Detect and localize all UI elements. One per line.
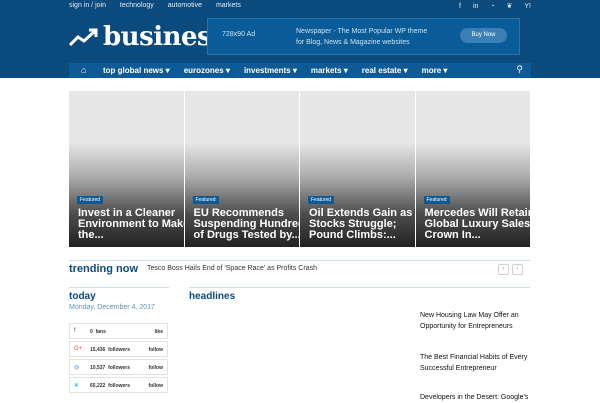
featured-card[interactable]: Featured Mercedes Will Retain Global Lux… — [415, 91, 531, 247]
ad-banner[interactable]: 728x90 Ad Newspaper - The Most Popular W… — [207, 18, 520, 55]
headline-line: Successful Entrepreneur — [420, 365, 497, 372]
featured-card[interactable]: Featured Invest in a Cleaner Environment… — [69, 91, 184, 247]
top-link-technology[interactable]: technology — [120, 2, 154, 9]
featured-badge: Featured — [308, 196, 335, 204]
ad-line-1: Newspaper - The Most Popular WP theme — [296, 28, 428, 35]
today-label: today — [69, 291, 96, 302]
featured-badge: Featured — [423, 196, 450, 204]
follow-button[interactable]: follow — [149, 365, 163, 371]
linkedin-icon[interactable]: in — [473, 3, 478, 10]
headlines-label: headlines — [189, 291, 236, 302]
card-title-line: the... — [78, 229, 104, 241]
main-nav: ⌂ top global news ▾ eurozones ▾ investme… — [0, 63, 600, 78]
count-value: 10,537 — [90, 365, 106, 371]
count-unit: followers — [108, 383, 131, 389]
card-title[interactable]: Mercedes Will Retain Global Luxury Sales… — [425, 208, 531, 241]
top-bar: sign in / join technology automotive mar… — [0, 0, 600, 14]
trending-label: trending now — [69, 263, 139, 275]
social-count: 10,537 followers — [90, 365, 130, 371]
featured-badge: Featured — [77, 196, 104, 204]
social-counter-row: G+ 15,436 followers follow — [69, 341, 168, 357]
card-title[interactable]: Oil Extends Gain as Stocks Struggle; Pou… — [309, 208, 415, 241]
headline-line: Developers in the Desert: Google's — [420, 394, 529, 401]
card-title[interactable]: EU Recommends Suspending Hundreds of Dru… — [194, 208, 300, 241]
home-icon[interactable]: ⌂ — [81, 65, 86, 75]
facebook-icon[interactable]: f — [459, 3, 461, 10]
headline-line: Opportunity for Entrepreneurs — [420, 323, 513, 330]
headline-item[interactable]: Developers in the Desert: Google's — [420, 392, 530, 403]
nav-item-top-global-news[interactable]: top global news ▾ — [103, 66, 170, 75]
social-count: 65,222 followers — [90, 383, 130, 389]
card-title-line: Pound Climbs:... — [309, 229, 396, 241]
headline-line: New Housing Law May Offer an — [420, 312, 519, 319]
nav-item-real-estate[interactable]: real estate ▾ — [362, 66, 408, 75]
prev-arrow-icon[interactable]: ‹ — [498, 264, 509, 275]
ad-line-2: for Blog, News & Magazine websites — [296, 39, 410, 46]
instagram-icon: ◎ — [74, 365, 80, 371]
social-counter-row: ◎ 10,537 followers follow — [69, 359, 168, 375]
nav-item-more[interactable]: more ▾ — [422, 66, 448, 75]
count-unit: fans — [95, 329, 106, 335]
social-counter-row: ❦ 65,222 followers follow — [69, 377, 168, 393]
ad-copy: Newspaper - The Most Popular WP theme fo… — [296, 26, 427, 48]
rss-icon[interactable]: ◔ — [490, 3, 494, 10]
follow-button[interactable]: follow — [149, 383, 163, 389]
chart-logo-icon — [69, 28, 98, 47]
headline-item[interactable]: The Best Financial Habits of Every Succe… — [420, 352, 530, 374]
featured-card[interactable]: Featured Oil Extends Gain as Stocks Stru… — [300, 91, 415, 247]
social-links: f in ◔ ❦ Y! — [449, 2, 531, 10]
nav-menu: top global news ▾ eurozones ▾ investment… — [103, 66, 461, 75]
headline-line: The Best Financial Habits of Every — [420, 354, 528, 361]
count-value: 65,222 — [90, 383, 106, 389]
nav-bar: ⌂ top global news ▾ eurozones ▾ investme… — [69, 63, 531, 78]
social-counter-row: f 0 fans like — [69, 323, 168, 339]
count-value: 0 — [90, 329, 93, 335]
trending-bar: trending now Tesco Boss Hails End of 'Sp… — [69, 260, 530, 277]
social-count: 0 fans — [90, 329, 106, 335]
card-title-line: of Drugs Tested by... — [193, 229, 300, 241]
header: business 728x90 Ad Newspaper - The Most … — [0, 14, 600, 63]
today-date: Monday, December 4, 2017 — [69, 304, 155, 311]
headline-item[interactable]: New Housing Law May Offer an Opportunity… — [420, 310, 530, 332]
nav-item-eurozones[interactable]: eurozones ▾ — [184, 66, 230, 75]
google-plus-icon: G+ — [74, 346, 83, 352]
count-unit: followers — [108, 347, 131, 353]
like-button[interactable]: like — [155, 329, 163, 335]
featured-cards: Featured Invest in a Cleaner Environment… — [69, 91, 530, 247]
twitter-icon[interactable]: ❦ — [507, 3, 513, 10]
site-logo[interactable]: business — [69, 22, 226, 52]
next-arrow-icon[interactable]: › — [512, 264, 523, 275]
search-icon[interactable]: ⚲ — [516, 64, 523, 75]
trending-headline[interactable]: Tesco Boss Hails End of 'Space Race' as … — [147, 265, 317, 272]
featured-card[interactable]: Featured EU Recommends Suspending Hundre… — [184, 91, 300, 247]
facebook-icon: f — [74, 328, 76, 334]
top-links: sign in / join technology automotive mar… — [69, 2, 253, 9]
featured-badge: Featured — [192, 196, 219, 204]
nav-item-investments[interactable]: investments ▾ — [244, 66, 297, 75]
count-unit: followers — [108, 365, 131, 371]
nav-item-markets[interactable]: markets ▾ — [311, 66, 348, 75]
buy-now-button[interactable]: Buy Now — [460, 28, 507, 43]
top-link-signin[interactable]: sign in / join — [69, 2, 106, 9]
today-section: today Monday, December 4, 2017 — [69, 287, 169, 311]
card-title[interactable]: Invest in a Cleaner Environment to Make … — [78, 208, 184, 241]
headlines-section: headlines — [189, 287, 530, 302]
ad-size-label: 728x90 Ad — [222, 31, 256, 38]
follow-button[interactable]: follow — [149, 347, 163, 353]
social-count: 15,436 followers — [90, 347, 130, 353]
yahoo-icon[interactable]: Y! — [524, 3, 531, 10]
count-value: 15,436 — [90, 347, 106, 353]
twitter-icon: ❦ — [74, 383, 80, 389]
top-link-markets[interactable]: markets — [216, 2, 241, 9]
top-link-automotive[interactable]: automotive — [168, 2, 202, 9]
card-title-line: Crown In... — [424, 229, 481, 241]
